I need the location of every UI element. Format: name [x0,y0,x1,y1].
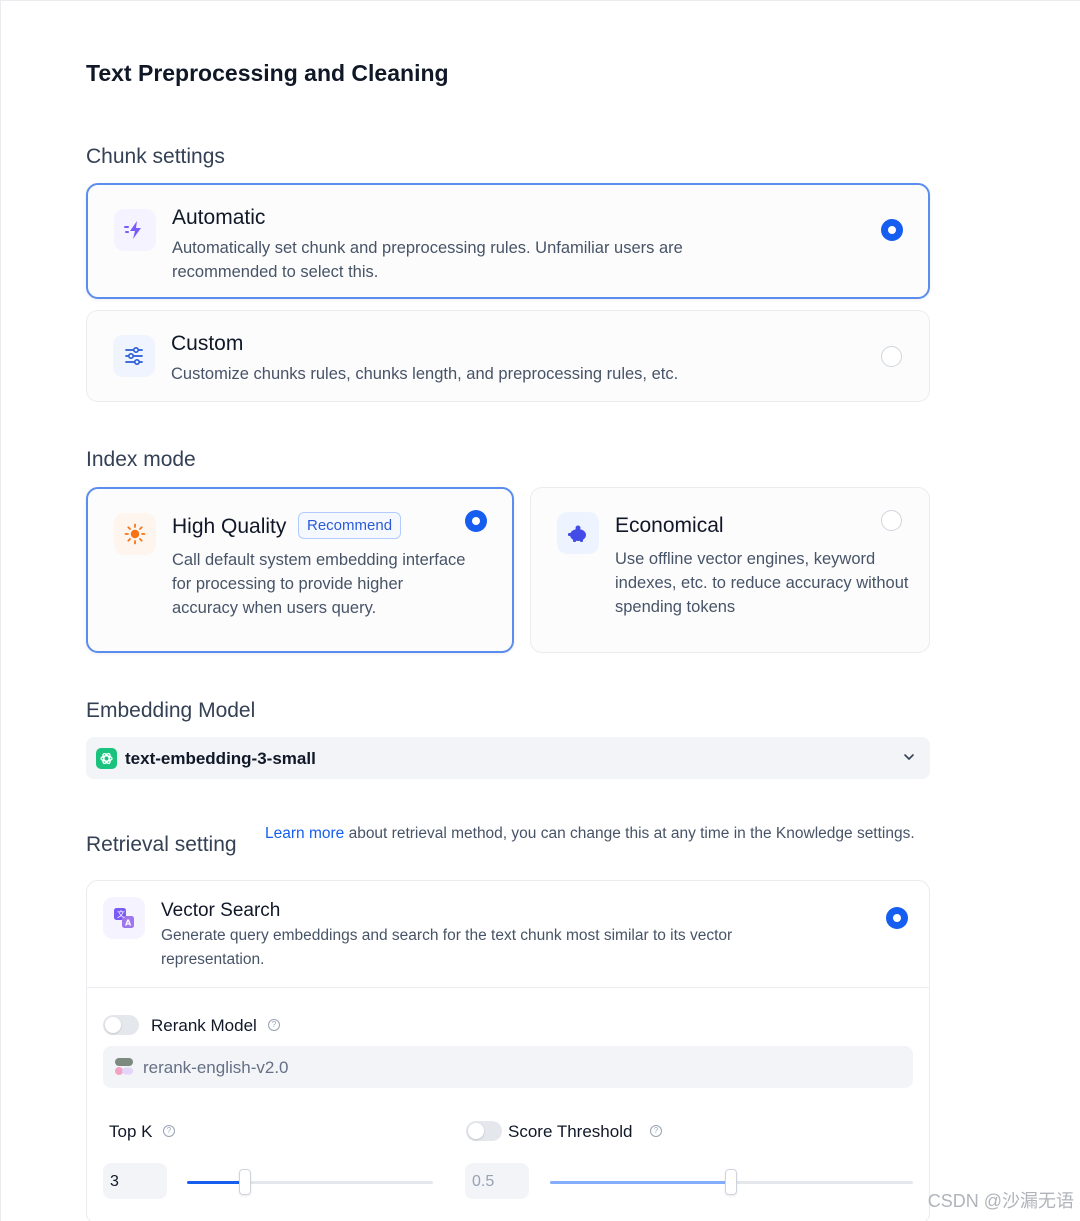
translate-icon: 文 A [103,897,145,939]
custom-radio[interactable] [881,346,902,367]
chunk-option-custom[interactable]: Custom Customize chunks rules, chunks le… [86,310,930,402]
custom-title: Custom [171,332,244,355]
score-threshold-input[interactable]: 0.5 [465,1163,529,1199]
score-threshold-slider-thumb[interactable] [725,1169,737,1195]
piggy-bank-icon [557,512,599,554]
chevron-down-icon[interactable] [902,748,916,771]
high-quality-desc: Call default system embedding interface … [172,551,466,617]
high-quality-radio[interactable] [465,510,487,532]
divider [87,987,929,988]
rerank-model-select[interactable]: rerank-english-v2.0 [103,1046,913,1088]
economical-radio[interactable] [881,510,902,531]
rerank-model-value: rerank-english-v2.0 [143,1058,289,1077]
cohere-icon [113,1056,135,1078]
automatic-radio[interactable] [881,219,903,241]
embedding-model-select[interactable]: text-embedding-3-small [86,737,930,779]
sun-icon [114,513,156,555]
chunk-option-automatic[interactable]: Automatic Automatically set chunk and pr… [86,183,930,299]
top-k-slider-fill [187,1181,244,1184]
retrieval-note: Learn more about retrieval method, you c… [265,822,915,846]
custom-desc: Customize chunks rules, chunks length, a… [171,365,679,383]
recommend-badge: Recommend [298,512,402,539]
embedding-model-label: Embedding Model [86,699,256,722]
help-icon[interactable]: ? [650,1125,662,1137]
rerank-model-label: Rerank Model [151,1016,257,1035]
index-mode-label: Index mode [86,448,196,471]
retrieval-note-text: about retrieval method, you can change t… [344,825,915,842]
economical-title: Economical [615,514,724,537]
rerank-toggle[interactable] [103,1015,139,1035]
vector-search-card[interactable]: 文 A Vector Search Generate query embeddi… [86,880,930,1221]
learn-more-link[interactable]: Learn more [265,825,344,842]
score-threshold-slider-fill [550,1181,728,1184]
help-icon[interactable]: ? [163,1125,175,1137]
chunk-settings-label: Chunk settings [86,145,225,168]
sliders-icon [113,335,155,377]
openai-icon [96,748,117,769]
top-k-label: Top K [109,1122,153,1141]
svg-text:文: 文 [117,909,125,919]
vector-search-title: Vector Search [161,900,281,921]
lightning-icon [114,209,156,251]
score-threshold-label: Score Threshold [508,1122,633,1141]
vector-search-radio[interactable] [886,907,908,929]
top-k-input[interactable]: 3 [103,1163,167,1199]
watermark: CSDN @沙漏无语 [927,1191,1074,1211]
high-quality-title: High Quality [172,515,287,538]
automatic-desc: Automatically set chunk and preprocessin… [172,239,683,281]
economical-desc: Use offline vector engines, keyword inde… [615,550,909,616]
svg-text:A: A [125,919,132,928]
help-icon[interactable]: ? [268,1019,280,1031]
page-title: Text Preprocessing and Cleaning [86,60,449,86]
retrieval-setting-label: Retrieval setting [86,833,237,856]
index-option-economical[interactable]: Economical Use offline vector engines, k… [530,487,930,653]
embedding-model-value: text-embedding-3-small [125,749,316,768]
index-option-high-quality[interactable]: High Quality Recommend Call default syst… [86,487,514,653]
top-k-slider-thumb[interactable] [239,1169,251,1195]
score-threshold-toggle[interactable] [466,1121,502,1141]
automatic-title: Automatic [172,206,266,229]
vector-search-desc: Generate query embeddings and search for… [161,927,733,968]
